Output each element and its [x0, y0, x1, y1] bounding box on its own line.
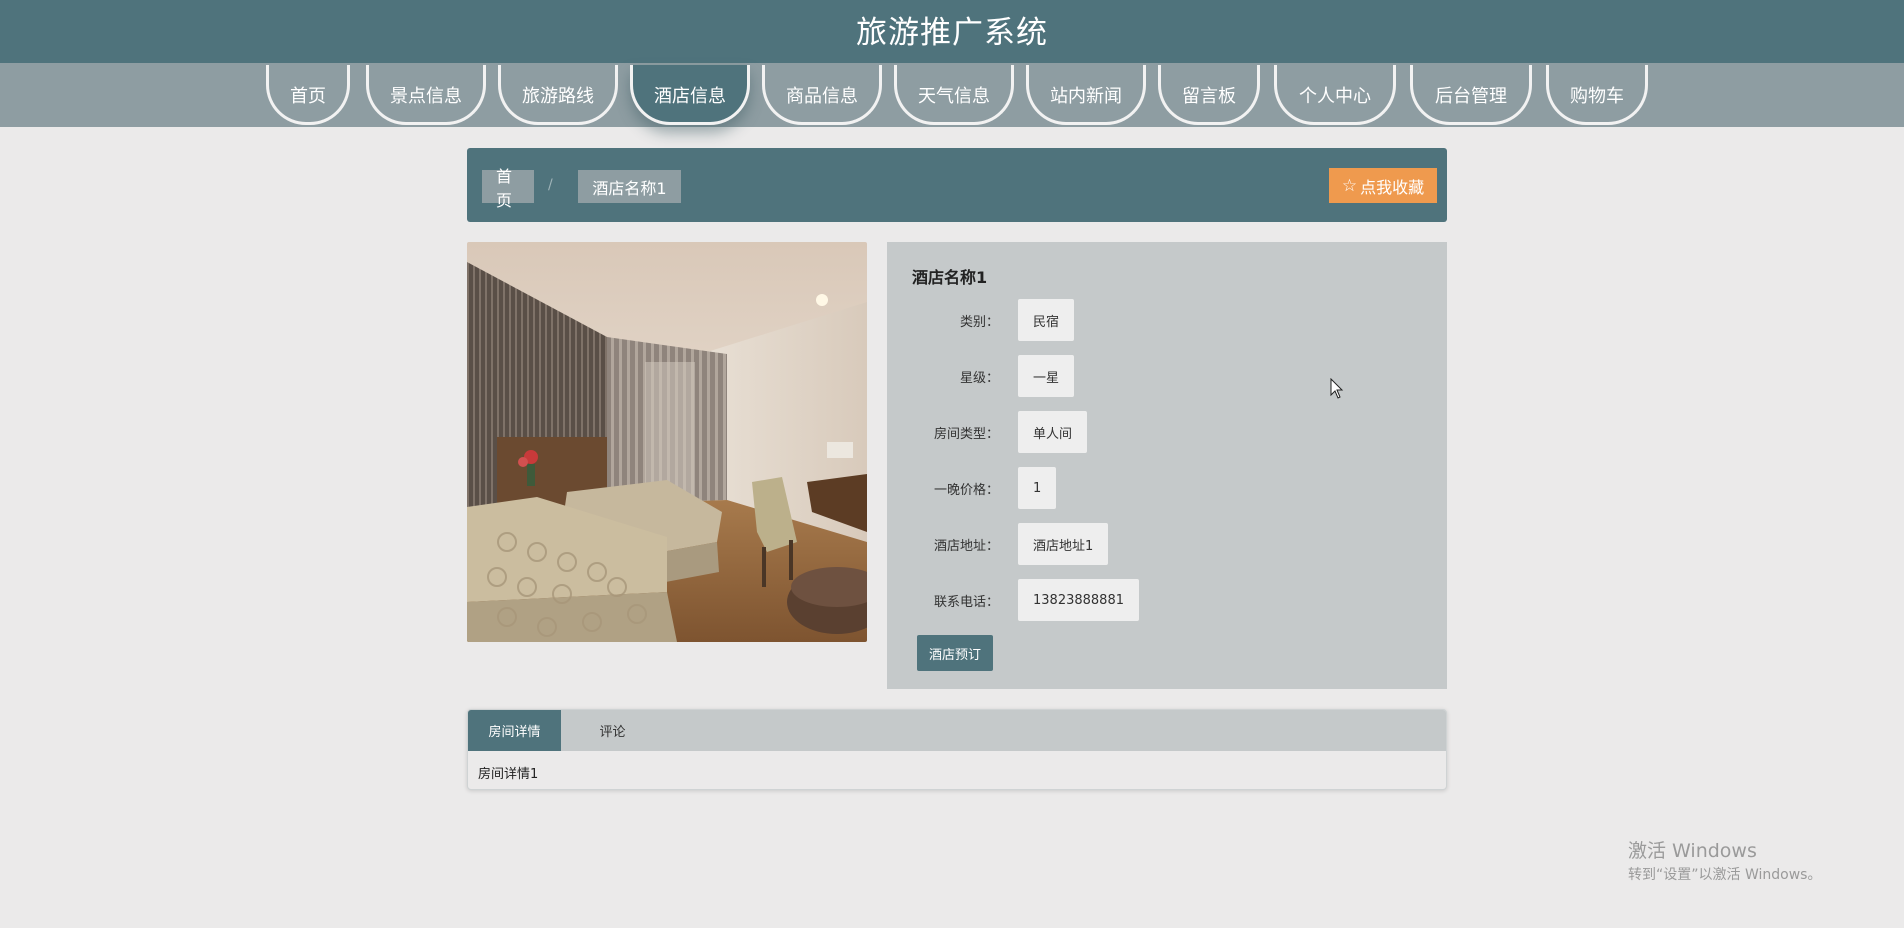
detail-tabs: 房间详情 评论 房间详情1 [467, 709, 1447, 790]
field-star-rating: 星级： 一星 [887, 355, 1447, 397]
nav-item-message-board[interactable]: 留言板 [1158, 65, 1260, 125]
favorite-button-label: 点我收藏 [1360, 177, 1425, 197]
field-address: 酒店地址： 酒店地址1 [887, 523, 1447, 565]
hotel-name: 酒店名称1 [912, 268, 988, 287]
field-category-value: 民宿 [1018, 299, 1075, 341]
book-hotel-button[interactable]: 酒店预订 [917, 635, 993, 671]
favorite-button[interactable]: ☆ 点我收藏 [1329, 168, 1437, 203]
windows-watermark-title: 激活 Windows [1628, 840, 1757, 862]
field-room-type: 房间类型： 单人间 [887, 411, 1447, 453]
field-room-type-value: 单人间 [1018, 411, 1088, 453]
breadcrumb-current: 酒店名称1 [578, 170, 681, 203]
tab-header: 房间详情 评论 [468, 710, 1446, 751]
hotel-info-panel: 酒店名称1 类别： 民宿 星级： 一星 房间类型： 单人间 一晚价格： 1 酒店… [887, 242, 1447, 689]
hotel-room-image [467, 242, 867, 642]
breadcrumb-home[interactable]: 首页 [482, 167, 534, 210]
field-room-type-label: 房间类型： [933, 427, 999, 442]
nav-item-personal-center[interactable]: 个人中心 [1274, 65, 1396, 125]
field-star-rating-label: 星级： [959, 371, 999, 386]
field-night-price-label: 一晚价格： [933, 483, 999, 498]
field-category-label: 类别： [959, 315, 999, 330]
field-address-label: 酒店地址： [933, 539, 999, 554]
hotel-photo [467, 242, 867, 642]
breadcrumb: 首页 / 酒店名称1 ☆ 点我收藏 [467, 148, 1447, 222]
windows-watermark-subtitle: 转到“设置”以激活 Windows。 [1628, 867, 1822, 883]
site-title: 旅游推广系统 [856, 15, 1048, 51]
nav-item-cart[interactable]: 购物车 [1546, 65, 1648, 125]
nav-item-products[interactable]: 商品信息 [762, 65, 882, 125]
nav-item-weather[interactable]: 天气信息 [894, 65, 1014, 125]
tab-comments[interactable]: 评论 [561, 710, 664, 751]
main-nav: 首页 景点信息 旅游路线 酒店信息 商品信息 天气信息 站内新闻 留言板 个人中… [0, 63, 1904, 127]
field-night-price: 一晚价格： 1 [887, 467, 1447, 509]
field-category: 类别： 民宿 [887, 299, 1447, 341]
tab-room-details[interactable]: 房间详情 [468, 710, 561, 751]
star-outline-icon: ☆ [1341, 175, 1358, 196]
nav-item-hotels[interactable]: 酒店信息 [630, 65, 750, 125]
nav-item-news[interactable]: 站内新闻 [1026, 65, 1146, 125]
tab-content: 房间详情1 [478, 767, 539, 782]
field-star-rating-value: 一星 [1018, 355, 1075, 397]
nav-item-routes[interactable]: 旅游路线 [498, 65, 618, 125]
site-header: 旅游推广系统 [0, 0, 1904, 63]
field-night-price-value: 1 [1018, 467, 1057, 509]
nav-item-attractions[interactable]: 景点信息 [366, 65, 486, 125]
nav-item-home[interactable]: 首页 [266, 65, 350, 125]
field-phone-label: 联系电话： [933, 595, 999, 610]
field-phone-value: 13823888881 [1018, 579, 1139, 621]
nav-item-admin[interactable]: 后台管理 [1410, 65, 1532, 125]
field-address-value: 酒店地址1 [1018, 523, 1109, 565]
breadcrumb-separator: / [548, 177, 553, 193]
field-phone: 联系电话： 13823888881 [887, 579, 1447, 621]
mouse-cursor-icon [1330, 378, 1344, 399]
